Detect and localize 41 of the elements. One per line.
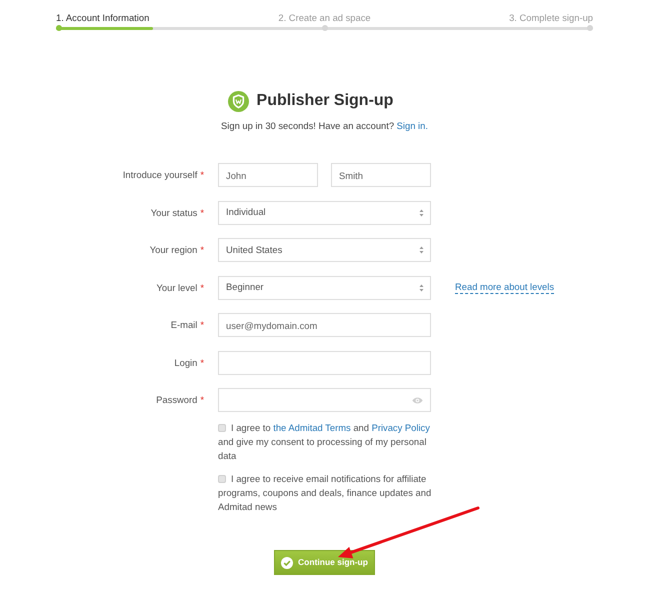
consent-text: I agree to the Admitad Terms and Privacy Policy and give my consent to processing of my personal data	[218, 421, 431, 463]
step-label[interactable]: 3. Complete sign-up	[509, 12, 593, 23]
input-field[interactable]: user@mydomain.com	[218, 313, 431, 337]
input-field[interactable]	[218, 350, 431, 374]
consent-text: I agree to receive email notifications for affiliate programs, coupons and deals, finance updates and Admitad news	[218, 472, 432, 514]
dropdown[interactable]: Beginner	[218, 276, 431, 300]
field-label: Login	[174, 356, 198, 368]
dropdown[interactable]: United States	[218, 238, 431, 262]
field-label: E-mail	[170, 319, 198, 330]
field-label: Your status	[150, 206, 198, 218]
field-label: Introduce yourself	[122, 169, 198, 180]
input-field[interactable]: Smith	[331, 163, 431, 187]
text-link[interactable]: Privacy Policy	[372, 422, 430, 433]
shield-logo-icon	[228, 90, 249, 112]
input-field[interactable]: John	[218, 163, 318, 187]
text-link[interactable]: the Admitad Terms	[273, 422, 351, 433]
subtitle: Sign up in 30 seconds! Have an account? Sign in.	[221, 120, 428, 131]
checkbox[interactable]	[218, 475, 226, 483]
field-label: Your level	[156, 282, 198, 292]
levels-link[interactable]: Read more about levels	[455, 281, 554, 294]
page-title: Publisher Sign-up	[256, 91, 394, 111]
checkbox[interactable]	[218, 424, 226, 432]
required-mark: *	[200, 169, 204, 180]
required-mark: *	[200, 319, 204, 330]
required-mark: *	[200, 244, 204, 255]
up-down-arrows-icon	[419, 284, 424, 292]
eye-icon[interactable]	[412, 396, 423, 404]
up-down-arrows-icon	[419, 246, 424, 254]
field-label: Password	[156, 394, 198, 405]
dropdown[interactable]: Individual	[218, 200, 431, 224]
step-label[interactable]: 1. Account Information	[56, 12, 150, 23]
required-mark: *	[200, 356, 204, 368]
up-down-arrows-icon	[419, 208, 424, 216]
sign-in-link[interactable]: Sign in.	[396, 120, 428, 131]
field-label: Your region	[150, 244, 198, 255]
required-mark: *	[200, 206, 204, 218]
required-mark: *	[200, 394, 204, 405]
required-mark: *	[200, 282, 204, 292]
step-label[interactable]: 2. Create an ad space	[278, 12, 371, 23]
check-circle-icon	[281, 556, 294, 568]
password-field[interactable]	[218, 388, 431, 412]
